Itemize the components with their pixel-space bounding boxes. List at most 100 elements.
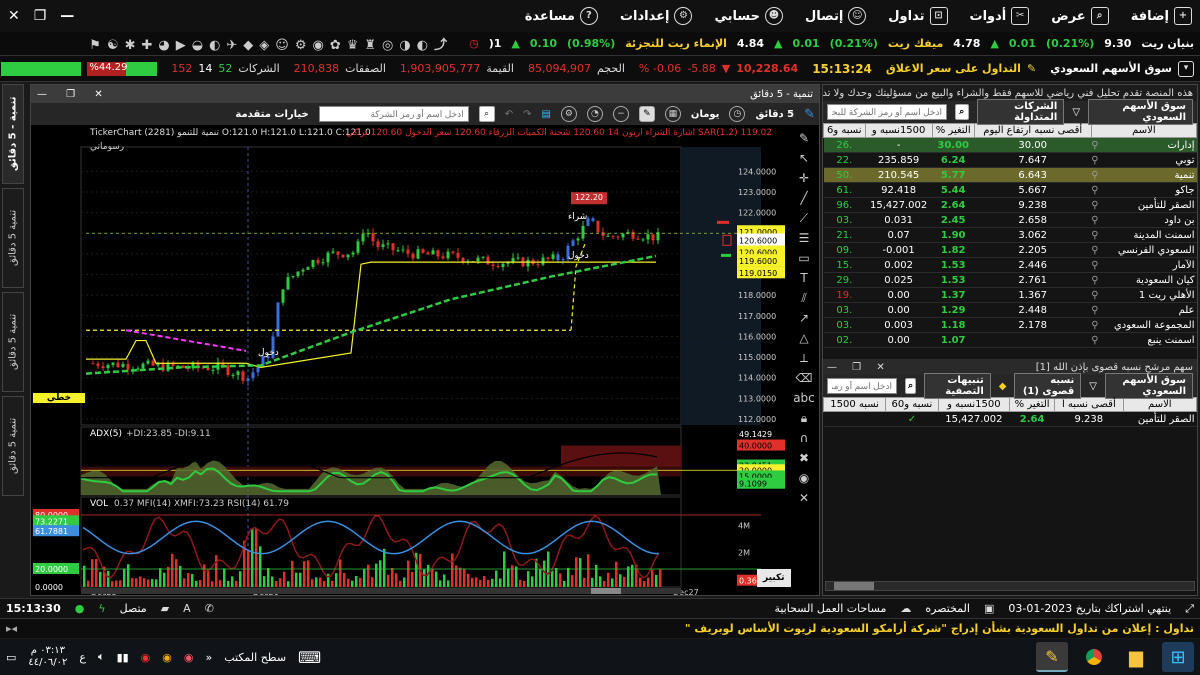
- pin-icon[interactable]: ⚲: [1091, 140, 1098, 151]
- channel-icon[interactable]: ⫽: [789, 291, 819, 311]
- alert-market-button[interactable]: سوق الأسهم السعودي: [1104, 373, 1193, 399]
- shortcuts-link[interactable]: المختصره: [925, 602, 970, 615]
- column-header[interactable]: أقصى نسبه ارتفاع اليوم: [973, 123, 1092, 138]
- table-row[interactable]: تنمية ⚲ 6.643 5.77 210.545.50: [823, 167, 1197, 183]
- tray-app-icon[interactable]: ◉: [141, 651, 151, 664]
- text-abc-icon[interactable]: abc: [789, 391, 819, 411]
- chart-tab[interactable]: تنمية 5 دقائق: [2, 396, 24, 496]
- volume-icon[interactable]: 🔈︎: [98, 650, 105, 664]
- table-row[interactable]: جاكو ⚲ 5.667 5.44 92.418.61: [823, 182, 1197, 198]
- range-select[interactable]: يومان: [691, 109, 720, 120]
- text-icon[interactable]: T: [789, 271, 819, 291]
- table-row[interactable]: توبي ⚲ 7.647 6.24 235.859.22: [823, 152, 1197, 168]
- cloud-icon[interactable]: ☁: [900, 602, 911, 615]
- system-clock[interactable]: ٠٣:١٣ م ٤٤/٠٦/٠٢: [28, 645, 67, 669]
- table-row[interactable]: اسمنت المدينة ⚲ 3.062 1.90 0.07.21: [823, 227, 1197, 243]
- table-row[interactable]: الآمار ⚲ 2.446 1.53 0.002.15: [823, 257, 1197, 273]
- trend-line-icon[interactable]: ╱: [789, 191, 819, 211]
- lock-icon[interactable]: 🔒︎: [789, 411, 819, 431]
- indicators-icon[interactable]: ▤: [541, 109, 550, 120]
- filter-icon[interactable]: ▽: [1072, 107, 1080, 118]
- table-row[interactable]: السعودي الفرنسي ⚲ 2.205 1.82 0.001- .09: [823, 242, 1197, 258]
- pencil-icon[interactable]: ✎: [789, 131, 819, 151]
- search-icon[interactable]: ⌕: [478, 106, 495, 122]
- watchlist-search-input[interactable]: [827, 104, 947, 120]
- alert-filter-button[interactable]: نسبه قصوى (1): [1014, 373, 1082, 399]
- menu-user-circle[interactable]: ☺ إتصال: [805, 7, 867, 25]
- column-header[interactable]: 1500نسبه و: [864, 123, 933, 138]
- filter-alerts-button[interactable]: تنبيهات التصفية: [924, 373, 991, 399]
- menu-view-search[interactable]: ⌕ عرض: [1051, 7, 1109, 25]
- pin-icon[interactable]: ⚲: [1091, 305, 1098, 316]
- pencil-icon[interactable]: ✎: [804, 107, 815, 122]
- font-size-icon[interactable]: A: [183, 602, 191, 615]
- column-header[interactable]: نسبه 1500: [822, 397, 887, 412]
- timer-icon[interactable]: ◔: [586, 106, 603, 122]
- desktop-label[interactable]: سطح المكتب: [224, 651, 286, 664]
- ticker-name[interactable]: ميفك ريت: [888, 37, 943, 50]
- table-row[interactable]: كيان السعودية ⚲ 2.761 1.53 0.025.29: [823, 272, 1197, 288]
- tray-app-icon[interactable]: ◉: [184, 651, 194, 664]
- alert-search-input[interactable]: [827, 378, 897, 394]
- pin-icon[interactable]: ⚲: [1091, 185, 1098, 196]
- pin-icon[interactable]: ⚲: [1091, 275, 1098, 286]
- table-row[interactable]: الصقر للتأمين ⚲ 9.238 2.64 15,427.002.96: [823, 197, 1197, 213]
- chart-tab[interactable]: تنمية 5 دقائق: [2, 292, 24, 392]
- table-row[interactable]: اسمنت ينبع ⚲ 1.07 0.00.02: [823, 332, 1197, 348]
- triangle-icon[interactable]: △: [789, 331, 819, 351]
- column-header[interactable]: 1500نسبه و: [937, 397, 1011, 412]
- market-label[interactable]: سوق الأسهم السعودي: [1050, 62, 1172, 75]
- table-row[interactable]: الأهلي ريت 1 ⚲ 1.367 1.37 0.00.19: [823, 287, 1197, 303]
- horizontal-scrollbar[interactable]: [825, 581, 1195, 591]
- restore-window-button[interactable]: ❐: [34, 8, 47, 24]
- network-icon[interactable]: ▮▮: [117, 651, 129, 664]
- close-icon[interactable]: ✕: [789, 491, 819, 511]
- column-header[interactable]: التغير %: [1009, 397, 1056, 412]
- advanced-options-button[interactable]: خيارات متقدمة: [235, 109, 308, 120]
- table-row[interactable]: علم ⚲ 2.448 1.29 0.00.03: [823, 302, 1197, 318]
- chart-tab[interactable]: تنمية - 5 دقائق: [2, 84, 24, 184]
- redo-icon[interactable]: ↷: [523, 109, 531, 120]
- column-header[interactable]: نسبه و6: [823, 123, 866, 138]
- pin-icon[interactable]: ⚲: [1091, 245, 1098, 256]
- arrow-icon[interactable]: ↗: [789, 311, 819, 331]
- file-explorer-icon[interactable]: ▆: [1120, 642, 1152, 672]
- fib-icon[interactable]: ☰: [789, 231, 819, 251]
- market-button[interactable]: سوق الأسهم السعودي: [1088, 99, 1193, 125]
- menu-cart[interactable]: ⊡ تداول: [888, 7, 948, 25]
- close-window-button[interactable]: ✕: [8, 8, 20, 24]
- clock-icon[interactable]: ◷: [729, 106, 746, 122]
- undo-icon[interactable]: ↶: [505, 109, 513, 120]
- chevron-up-icon[interactable]: «: [206, 651, 213, 664]
- column-header[interactable]: نسبه و60: [885, 397, 939, 412]
- notifications-icon[interactable]: ▭: [6, 651, 16, 664]
- alert-window-buttons[interactable]: ✕ ❐ —: [827, 362, 891, 373]
- crosshair-icon[interactable]: ✛: [789, 171, 819, 191]
- menu-gear[interactable]: ⚙ إعدادات: [620, 7, 693, 25]
- quick-toolbar-icons[interactable]: ⤴◐◑◎♜♛✿◉⚙☺◈◆✈◐◒▶◕✚✱☯⚑: [89, 34, 453, 53]
- column-header[interactable]: الاسم: [1090, 123, 1197, 138]
- chart-tab[interactable]: تنمية 5 دقائق: [2, 188, 24, 288]
- traded-companies-button[interactable]: الشركات المتداولة: [976, 99, 1065, 125]
- column-header[interactable]: التغير %: [931, 123, 975, 138]
- chrome-icon[interactable]: [1078, 642, 1110, 672]
- tray-app-icon[interactable]: ◉: [162, 651, 172, 664]
- eye-icon[interactable]: ◉: [789, 471, 819, 491]
- pin-icon[interactable]: ⚲: [1091, 170, 1098, 181]
- ticker-name[interactable]: الإنماء ريت للتجزئة: [625, 37, 727, 50]
- pin-icon[interactable]: ⚲: [1091, 200, 1098, 211]
- video-icon[interactable]: ▰: [161, 602, 169, 615]
- ray-icon[interactable]: ⟋: [789, 211, 819, 231]
- input-language[interactable]: ع: [79, 651, 86, 664]
- windows-start-icon[interactable]: ⊞: [1162, 642, 1194, 672]
- ruler-icon[interactable]: ⟂: [789, 351, 819, 371]
- column-header[interactable]: أقصى نسبه ا: [1054, 397, 1124, 412]
- tickerchart-app-icon[interactable]: ✎: [1036, 642, 1068, 672]
- rect-icon[interactable]: ▭: [789, 251, 819, 271]
- cloud-workspaces-link[interactable]: مساحات العمل السحابية: [774, 602, 886, 615]
- my-drawings-label[interactable]: رسوماتي: [87, 142, 127, 152]
- minimize-window-button[interactable]: —: [60, 8, 74, 24]
- menu-account[interactable]: ☻ حسابي: [714, 7, 783, 25]
- menu-tools[interactable]: ✂ أدوات: [970, 7, 1030, 25]
- pin-icon[interactable]: ⚲: [1091, 320, 1098, 331]
